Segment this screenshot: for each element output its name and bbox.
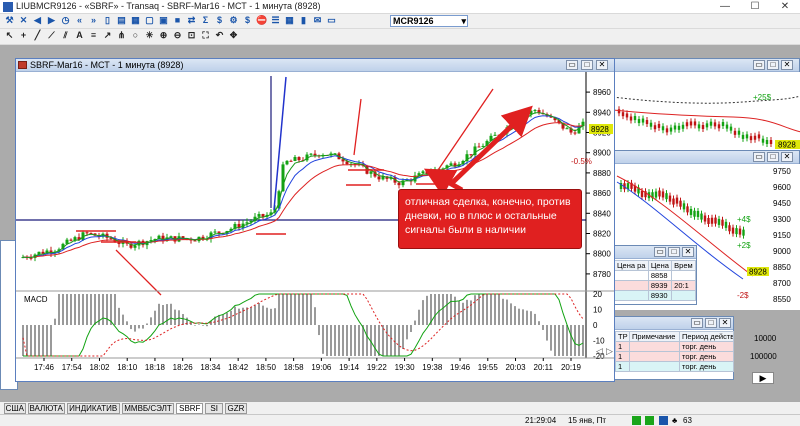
status-clock: 21:29:04 <box>525 416 557 425</box>
arrow-up-icon <box>450 105 533 185</box>
application-root: { "app":{"title":"LIUBMCR9126 - «SBRF» -… <box>0 0 800 426</box>
tab-si[interactable]: SI <box>205 403 224 414</box>
signal-icon: ♣ <box>672 416 678 425</box>
connection-count: 63 <box>683 416 692 425</box>
workspace-tabs: США ВАЛЮТА ИНДИКАТИВ ММВБ/СЭЛТ SBRF SI GZR <box>0 401 800 414</box>
connection-icon <box>632 416 641 425</box>
tab-gzr[interactable]: GZR <box>225 403 247 414</box>
server-icon <box>645 416 654 425</box>
tab-sbrf[interactable]: SBRF <box>176 403 204 414</box>
data-icon <box>659 416 668 425</box>
tab-сша[interactable]: США <box>4 403 26 414</box>
tab-ммвб/сэлт[interactable]: ММВБ/СЭЛТ <box>121 403 175 414</box>
tab-индикатив[interactable]: ИНДИКАТИВ <box>66 403 120 414</box>
annotation-note: отличная сделка, конечно, против дневки,… <box>398 189 582 249</box>
status-bar: 21:29:04 15 янв, Пт ♣ 63 <box>0 414 800 426</box>
status-date: 15 янв, Пт <box>568 416 606 425</box>
tab-валюта[interactable]: ВАЛЮТА <box>27 403 65 414</box>
